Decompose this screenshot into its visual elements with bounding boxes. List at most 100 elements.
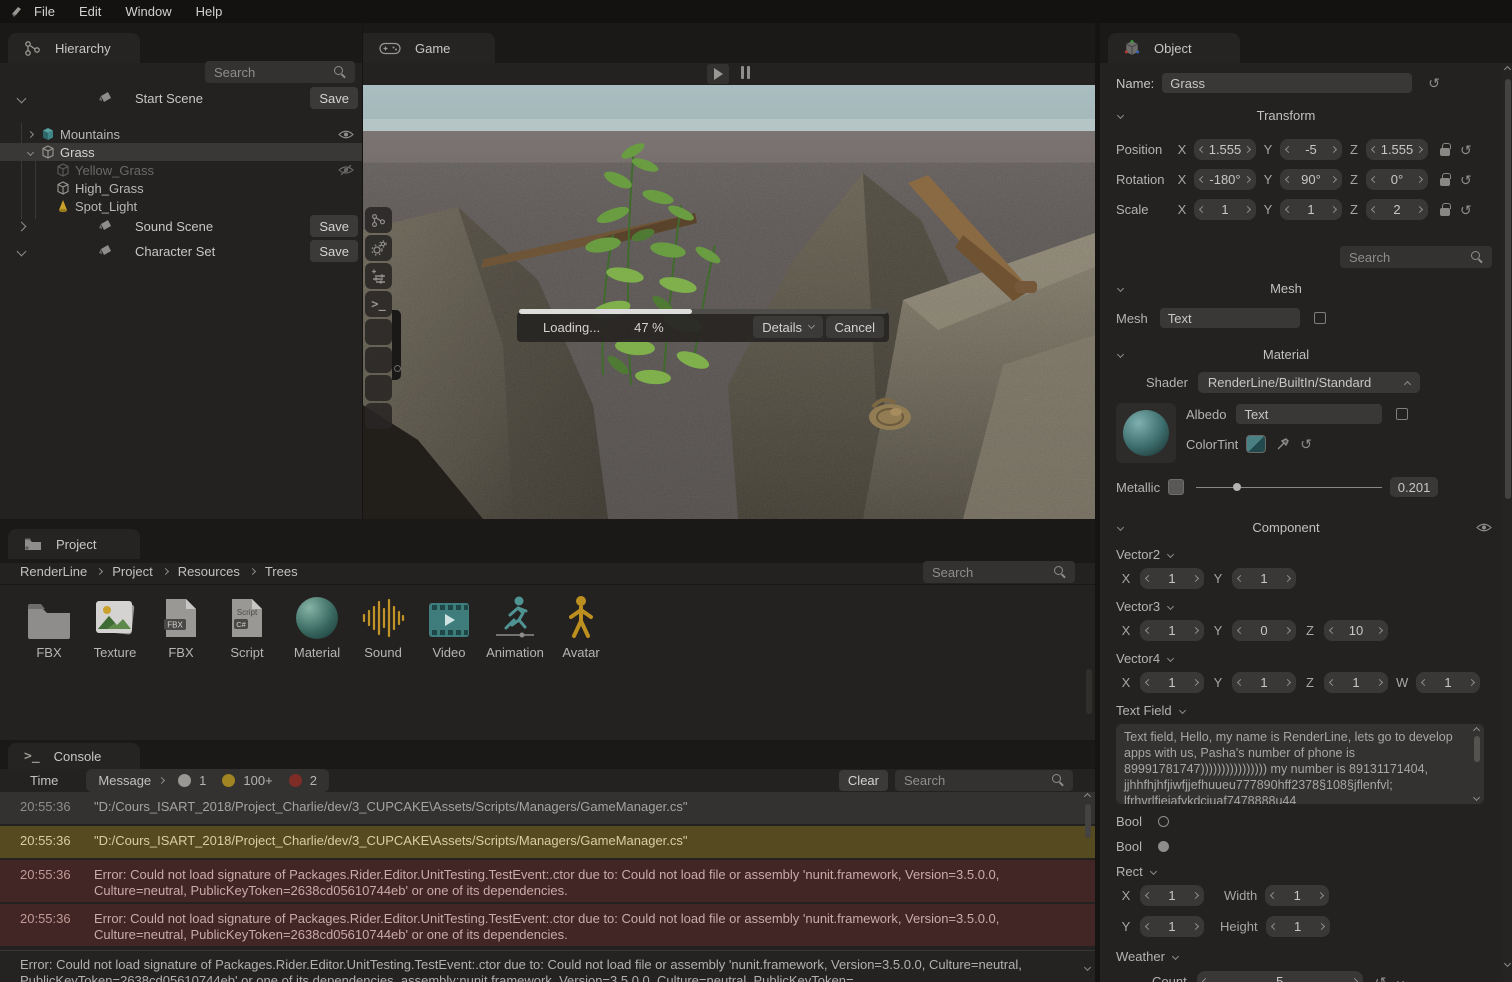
scrollbar-thumb[interactable] xyxy=(1505,79,1511,499)
vector3-y-field[interactable]: 0 xyxy=(1232,620,1296,641)
clear-button[interactable]: Clear xyxy=(839,770,888,791)
console-row-info[interactable]: 20:55:36 "D:/Cours_ISART_2018/Project_Ch… xyxy=(0,792,1095,824)
tab-console[interactable]: >_ Console xyxy=(8,743,140,769)
rect-height-field[interactable]: 1 xyxy=(1266,916,1330,937)
inspector-scrollbar[interactable] xyxy=(1503,63,1512,982)
metallic-value-box[interactable]: 0.201 xyxy=(1390,477,1438,497)
project-item-texture[interactable]: Texture xyxy=(82,593,148,660)
menu-item-help[interactable]: Help xyxy=(196,4,223,19)
chevron-down-icon[interactable] xyxy=(1172,953,1179,960)
rect-width-field[interactable]: 1 xyxy=(1265,885,1329,906)
chevron-down-icon[interactable] xyxy=(27,148,34,155)
tab-hierarchy[interactable]: Hierarchy xyxy=(8,33,140,63)
scroll-up-arrow[interactable] xyxy=(1084,793,1091,800)
scene-row-character-set[interactable]: Character Set Save xyxy=(0,239,362,263)
rect-x-field[interactable]: 1 xyxy=(1140,885,1204,906)
eyedropper-icon[interactable] xyxy=(1276,437,1290,451)
color-swatch[interactable] xyxy=(1246,435,1266,453)
vector3-x-field[interactable]: 1 xyxy=(1140,620,1204,641)
vector4-y-field[interactable]: 1 xyxy=(1232,672,1296,693)
pause-button[interactable] xyxy=(739,66,751,82)
colortint-reset-icon[interactable]: ↺ xyxy=(1300,437,1312,451)
chevron-down-icon[interactable] xyxy=(1167,655,1174,662)
transform-section-header[interactable]: Transform xyxy=(1116,103,1496,127)
info-badge-icon[interactable] xyxy=(178,774,191,787)
tree-item-spot-light[interactable]: Spot_Light xyxy=(0,197,362,215)
project-item-video[interactable]: Video xyxy=(416,593,482,660)
position-x-field[interactable]: 1.555 xyxy=(1194,139,1256,160)
console-row-error[interactable]: 20:55:36 Error: Could not load signature… xyxy=(0,904,1095,946)
scene-row-sound-scene[interactable]: Sound Scene Save xyxy=(0,214,362,238)
visibility-eye-off-icon[interactable] xyxy=(338,164,354,176)
chevron-right-icon[interactable] xyxy=(158,777,165,784)
message-column-label[interactable]: Message xyxy=(98,773,151,788)
project-search[interactable] xyxy=(923,561,1075,583)
metallic-texture-swatch[interactable] xyxy=(1168,479,1184,495)
chevron-down-icon[interactable] xyxy=(1167,603,1174,610)
play-button[interactable] xyxy=(707,64,729,84)
name-field[interactable]: Grass xyxy=(1162,73,1412,93)
chevron-right-icon[interactable] xyxy=(17,221,27,231)
save-button[interactable]: Save xyxy=(310,87,358,109)
breadcrumb-renderline[interactable]: RenderLine xyxy=(20,564,87,579)
error-badge-icon[interactable] xyxy=(289,774,302,787)
weather-count-field[interactable]: 5 xyxy=(1197,971,1363,982)
visibility-eye-icon[interactable] xyxy=(338,129,354,140)
save-button[interactable]: Save xyxy=(310,215,358,237)
toolbar-empty-slot[interactable] xyxy=(365,375,392,401)
lock-icon[interactable] xyxy=(1440,148,1450,156)
vector2-y-field[interactable]: 1 xyxy=(1232,568,1296,589)
chevron-down-icon[interactable] xyxy=(17,246,27,256)
rotation-z-field[interactable]: 0° xyxy=(1366,169,1428,190)
inspector-search[interactable] xyxy=(1340,246,1492,268)
breadcrumb-project[interactable]: Project xyxy=(112,564,152,579)
tree-item-grass-selected[interactable]: Grass xyxy=(0,143,362,161)
scroll-up-arrow[interactable] xyxy=(1503,66,1510,73)
scrollbar-thumb[interactable] xyxy=(1085,804,1091,838)
console-scrollbar[interactable] xyxy=(1084,794,1092,978)
lock-icon[interactable] xyxy=(1440,178,1450,186)
console-search[interactable] xyxy=(895,770,1073,791)
reset-icon[interactable]: ↺ xyxy=(1460,173,1472,187)
vector4-z-field[interactable]: 1 xyxy=(1324,672,1388,693)
tab-object[interactable]: Object xyxy=(1108,33,1240,63)
material-preview-tile[interactable] xyxy=(1116,403,1176,463)
bool2-toggle[interactable] xyxy=(1158,841,1169,852)
reset-icon[interactable]: ↺ xyxy=(1460,143,1472,157)
tree-item-yellow-grass[interactable]: Yellow_Grass xyxy=(0,161,362,179)
chevron-down-icon[interactable] xyxy=(1397,978,1404,982)
toolbar-drag-handle[interactable] xyxy=(392,310,401,380)
albedo-field[interactable]: Text xyxy=(1236,404,1382,424)
lock-icon[interactable] xyxy=(1440,208,1450,216)
menu-item-edit[interactable]: Edit xyxy=(79,4,101,19)
scale-x-field[interactable]: 1 xyxy=(1194,199,1256,220)
project-item-fbx-folder[interactable]: FBX xyxy=(16,593,82,660)
cancel-button[interactable]: Cancel xyxy=(826,316,884,338)
hierarchy-tool-button[interactable] xyxy=(365,207,392,233)
settings-gears-button[interactable] xyxy=(365,235,392,261)
toolbar-empty-slot[interactable] xyxy=(365,347,392,373)
details-button[interactable]: Details xyxy=(753,316,823,338)
project-item-fbx-file[interactable]: FBX FBX xyxy=(148,593,214,660)
project-item-animation[interactable]: Animation xyxy=(482,593,548,660)
rect-y-field[interactable]: 1 xyxy=(1140,916,1204,937)
project-scrollbar[interactable] xyxy=(1086,669,1092,714)
component-eye-icon[interactable] xyxy=(1476,522,1492,533)
chevron-down-icon[interactable] xyxy=(1150,868,1157,875)
tree-item-high-grass[interactable]: High_Grass xyxy=(0,179,362,197)
position-y-field[interactable]: -5 xyxy=(1280,139,1342,160)
save-button[interactable]: Save xyxy=(310,240,358,262)
properties-sliders-button[interactable] xyxy=(365,263,392,289)
console-search-input[interactable] xyxy=(895,770,1073,791)
console-detail-row[interactable]: Error: Could not load signature of Packa… xyxy=(0,950,1095,982)
breadcrumb-resources[interactable]: Resources xyxy=(178,564,240,579)
vector3-z-field[interactable]: 10 xyxy=(1324,620,1388,641)
hierarchy-search[interactable] xyxy=(205,61,355,83)
project-item-sound[interactable]: Sound xyxy=(350,593,416,660)
component-section-header[interactable]: Component xyxy=(1116,515,1496,539)
info-badge-count[interactable]: 1 xyxy=(199,773,206,788)
reset-icon[interactable]: ↺ xyxy=(1460,203,1472,217)
project-item-material[interactable]: Material xyxy=(284,593,350,660)
game-viewport[interactable]: >_ Loading... 47 % Details Cancel xyxy=(363,85,1095,519)
menu-item-window[interactable]: Window xyxy=(125,4,171,19)
